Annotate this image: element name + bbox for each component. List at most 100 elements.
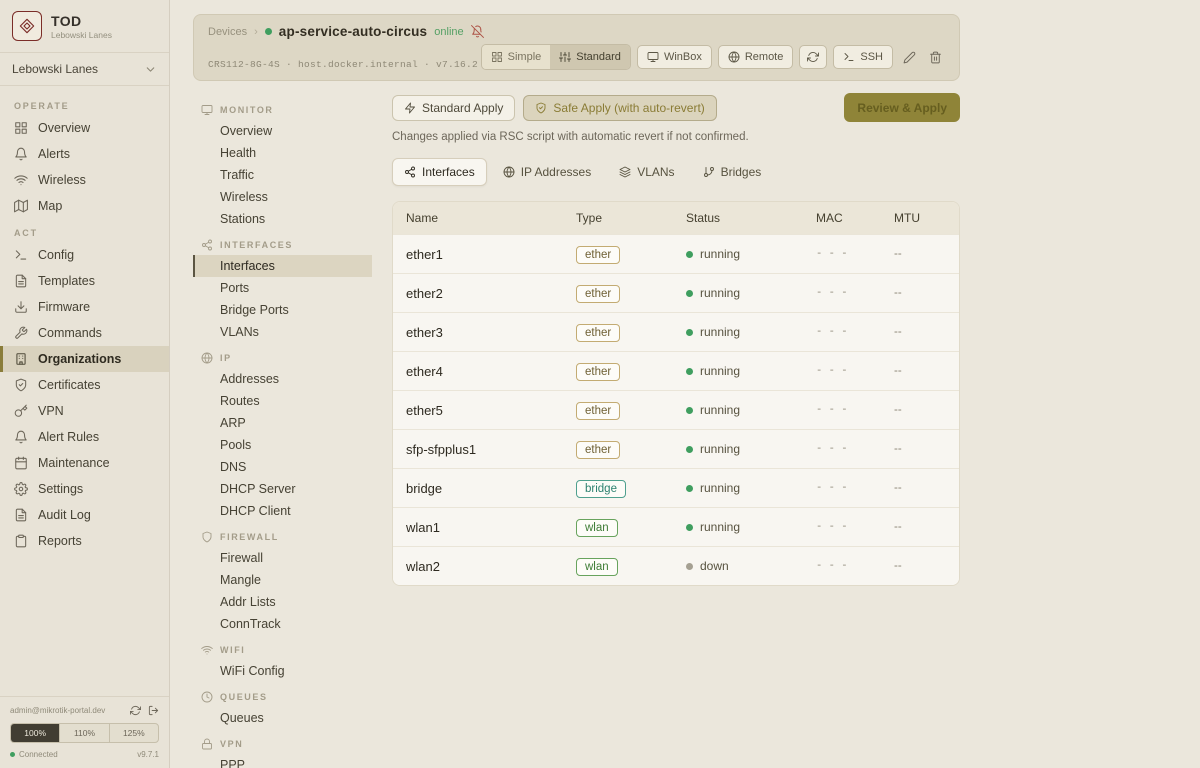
zoom-option[interactable]: 110% <box>60 724 109 742</box>
sidebar-item[interactable]: Alerts <box>0 141 169 167</box>
device-nav-item[interactable]: Ports <box>193 277 372 299</box>
status-dot <box>686 251 693 258</box>
device-nav-item[interactable]: Stations <box>193 208 372 230</box>
sidebar-item[interactable]: Settings <box>0 476 169 502</box>
table-row[interactable]: ether2 ether running - - - -- <box>393 273 959 312</box>
view-mode-option[interactable]: Simple <box>482 45 551 69</box>
sidebar-item[interactable]: Commands <box>0 320 169 346</box>
device-nav-item[interactable]: Wireless <box>193 186 372 208</box>
sidebar-item[interactable]: Overview <box>0 115 169 141</box>
device-nav-item[interactable]: ConnTrack <box>193 613 372 635</box>
table-row[interactable]: ether5 ether running - - - -- <box>393 390 959 429</box>
device-nav-item[interactable]: Mangle <box>193 569 372 591</box>
interface-name: wlan1 <box>406 520 576 535</box>
brand: TOD Lebowski Lanes <box>0 0 169 53</box>
sidebar-item[interactable]: Audit Log <box>0 502 169 528</box>
winbox-button[interactable]: WinBox <box>637 45 712 69</box>
table-row[interactable]: bridge bridge running - - - -- <box>393 468 959 507</box>
review-apply-button[interactable]: Review & Apply <box>844 93 960 122</box>
table-row[interactable]: ether1 ether running - - - -- <box>393 234 959 273</box>
device-nav-group-icon <box>201 531 213 543</box>
interface-mtu: -- <box>894 521 946 533</box>
device-nav-item[interactable]: Bridge Ports <box>193 299 372 321</box>
interface-mtu: -- <box>894 560 946 572</box>
table-row[interactable]: ether4 ether running - - - -- <box>393 351 959 390</box>
sidebar-item[interactable]: Config <box>0 242 169 268</box>
device-nav-group-icon <box>201 104 213 116</box>
sidebar-item[interactable]: Templates <box>0 268 169 294</box>
device-nav-item[interactable]: Firewall <box>193 547 372 569</box>
edit-button[interactable] <box>899 45 919 69</box>
device-nav-item[interactable]: Pools <box>193 434 372 456</box>
sidebar-item-icon <box>14 274 28 288</box>
notifications-muted-icon[interactable] <box>471 25 484 38</box>
device-nav-item[interactable]: Interfaces <box>193 255 372 277</box>
device-nav-item[interactable]: Health <box>193 142 372 164</box>
standard-apply-button[interactable]: Standard Apply <box>392 95 515 121</box>
device-nav-item[interactable]: DHCP Client <box>193 500 372 522</box>
device-nav-item[interactable]: DNS <box>193 456 372 478</box>
tab-icon <box>619 166 631 178</box>
table-row[interactable]: sfp-sfpplus1 ether running - - - -- <box>393 429 959 468</box>
device-nav-item[interactable]: PPP <box>193 754 372 768</box>
interface-name: ether3 <box>406 325 576 340</box>
interface-mtu: -- <box>894 326 946 338</box>
device-nav-item[interactable]: Addr Lists <box>193 591 372 613</box>
brand-name: TOD <box>51 13 112 29</box>
device-nav-item[interactable]: DHCP Server <box>193 478 372 500</box>
sidebar-item-label: Map <box>38 199 62 213</box>
panel-tab[interactable]: VLANs <box>607 158 686 186</box>
trash-icon <box>929 51 942 64</box>
sidebar-item-label: Commands <box>38 326 102 340</box>
remote-button[interactable]: Remote <box>718 45 794 69</box>
panel-tab[interactable]: Interfaces <box>392 158 487 186</box>
device-nav-item[interactable]: Overview <box>193 120 372 142</box>
delete-button[interactable] <box>925 45 945 69</box>
status-dot <box>686 329 693 336</box>
org-selector[interactable]: Lebowski Lanes <box>0 53 169 86</box>
device-nav-item[interactable]: WiFi Config <box>193 660 372 682</box>
sidebar-footer: admin@mikrotik-portal.dev 100%110%125% C… <box>0 696 169 768</box>
refresh-icon[interactable] <box>130 705 141 716</box>
device-nav-item[interactable]: Addresses <box>193 368 372 390</box>
sidebar-item-icon <box>14 534 28 548</box>
refresh-button[interactable] <box>799 45 827 69</box>
sidebar-item[interactable]: Certificates <box>0 372 169 398</box>
sidebar-item[interactable]: Wireless <box>0 167 169 193</box>
interface-mtu: -- <box>894 443 946 455</box>
sidebar-item[interactable]: Firmware <box>0 294 169 320</box>
sidebar-item[interactable]: Organizations <box>0 346 169 372</box>
chevron-down-icon <box>144 63 157 76</box>
device-nav-item[interactable]: Traffic <box>193 164 372 186</box>
connection-status: Connected <box>10 750 58 759</box>
device-nav-group-icon <box>201 644 213 656</box>
breadcrumb-devices[interactable]: Devices <box>208 26 247 38</box>
logout-icon[interactable] <box>148 705 159 716</box>
table-row[interactable]: wlan2 wlan down - - - -- <box>393 546 959 585</box>
sidebar-item[interactable]: Maintenance <box>0 450 169 476</box>
interface-status: running <box>686 403 816 417</box>
sidebar-item[interactable]: Alert Rules <box>0 424 169 450</box>
view-mode-option[interactable]: Standard <box>550 45 630 69</box>
device-nav-item[interactable]: VLANs <box>193 321 372 343</box>
refresh-icon <box>807 51 819 63</box>
sidebar-item[interactable]: VPN <box>0 398 169 424</box>
device-nav-item[interactable]: Queues <box>193 707 372 729</box>
zoom-option[interactable]: 100% <box>11 724 60 742</box>
user-email: admin@mikrotik-portal.dev <box>10 706 123 715</box>
sidebar-item[interactable]: Map <box>0 193 169 219</box>
interface-type-badge: wlan <box>576 519 618 537</box>
sidebar-item-label: Overview <box>38 121 90 135</box>
panel-tab[interactable]: Bridges <box>691 158 774 186</box>
zoom-option[interactable]: 125% <box>110 724 158 742</box>
sidebar-item[interactable]: Reports <box>0 528 169 554</box>
panel-tab[interactable]: IP Addresses <box>491 158 604 186</box>
table-row[interactable]: wlan1 wlan running - - - -- <box>393 507 959 546</box>
device-nav-item[interactable]: ARP <box>193 412 372 434</box>
table-row[interactable]: ether3 ether running - - - -- <box>393 312 959 351</box>
interface-status: running <box>686 364 816 378</box>
ssh-button[interactable]: SSH <box>833 45 893 69</box>
safe-apply-button[interactable]: Safe Apply (with auto-revert) <box>523 95 716 121</box>
device-nav-item[interactable]: Routes <box>193 390 372 412</box>
sidebar-nav: OPERATE Overview Alerts Wireless Map ACT <box>0 86 169 696</box>
